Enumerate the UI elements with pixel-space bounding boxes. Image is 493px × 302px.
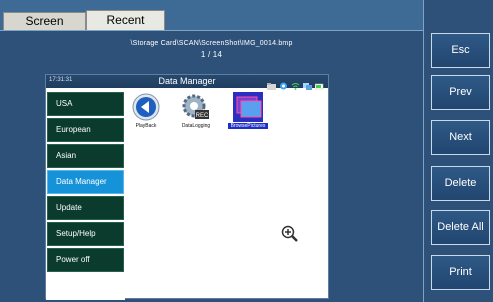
app-datalogging[interactable]: REC DataLogging xyxy=(176,92,216,129)
status-icons xyxy=(267,77,324,90)
tab-bar: Screen Capture Recent Images xyxy=(0,0,423,46)
print-button[interactable]: Print xyxy=(431,255,490,290)
tab-recent-images[interactable]: Recent Images xyxy=(86,10,165,46)
tab-screen-capture[interactable]: Screen Capture xyxy=(3,12,86,45)
app-grid: PlayBack REC DataLogging BrowsePictures xyxy=(126,88,328,298)
device-menu: USA European Asian Data Manager Update S… xyxy=(46,88,125,300)
wifi-icon xyxy=(291,77,300,90)
menu-item-asian[interactable]: Asian xyxy=(47,144,124,168)
app-playback[interactable]: PlayBack xyxy=(126,92,166,129)
menu-item-european[interactable]: European xyxy=(47,118,124,142)
svg-text:REC: REC xyxy=(196,113,209,119)
next-button[interactable]: Next xyxy=(431,120,490,155)
esc-button[interactable]: Esc xyxy=(431,33,490,68)
captured-screen: 17:31:31 Data Manager USA European Asian… xyxy=(45,74,329,300)
menu-item-power-off[interactable]: Power off xyxy=(47,248,124,272)
delete-all-button[interactable]: Delete All xyxy=(431,210,490,245)
browse-pictures-icon xyxy=(227,91,269,123)
prev-button[interactable]: Prev xyxy=(431,75,490,110)
gear-rec-icon: REC xyxy=(176,92,216,122)
app-browsepictures[interactable]: BrowsePictures xyxy=(227,91,269,129)
device-title-bar: 17:31:31 Data Manager xyxy=(46,75,328,90)
app-label: BrowsePictures xyxy=(228,123,268,129)
capture-panel: \Storage Card\SCAN\ScreenShot\IMG_0014.b… xyxy=(0,30,423,302)
action-sidebar: Esc Prev Next Delete Delete All Print xyxy=(423,0,493,302)
menu-item-setup-help[interactable]: Setup/Help xyxy=(47,222,124,246)
sync-icon xyxy=(303,77,312,90)
battery-icon xyxy=(314,77,324,90)
image-counter: 1 / 14 xyxy=(200,50,223,59)
menu-item-usa[interactable]: USA xyxy=(47,92,124,116)
network-icon xyxy=(279,77,288,90)
zoom-in-icon[interactable] xyxy=(281,225,299,243)
app-label: PlayBack xyxy=(135,123,157,129)
app-label: DataLogging xyxy=(181,123,211,129)
playback-arrow-icon xyxy=(126,92,166,122)
delete-button[interactable]: Delete xyxy=(431,166,490,201)
menu-item-update[interactable]: Update xyxy=(47,196,124,220)
image-path: \Storage Card\SCAN\ScreenShot\IMG_0014.b… xyxy=(130,40,293,47)
menu-item-data-manager[interactable]: Data Manager xyxy=(47,170,124,194)
folder-icon xyxy=(267,77,276,90)
